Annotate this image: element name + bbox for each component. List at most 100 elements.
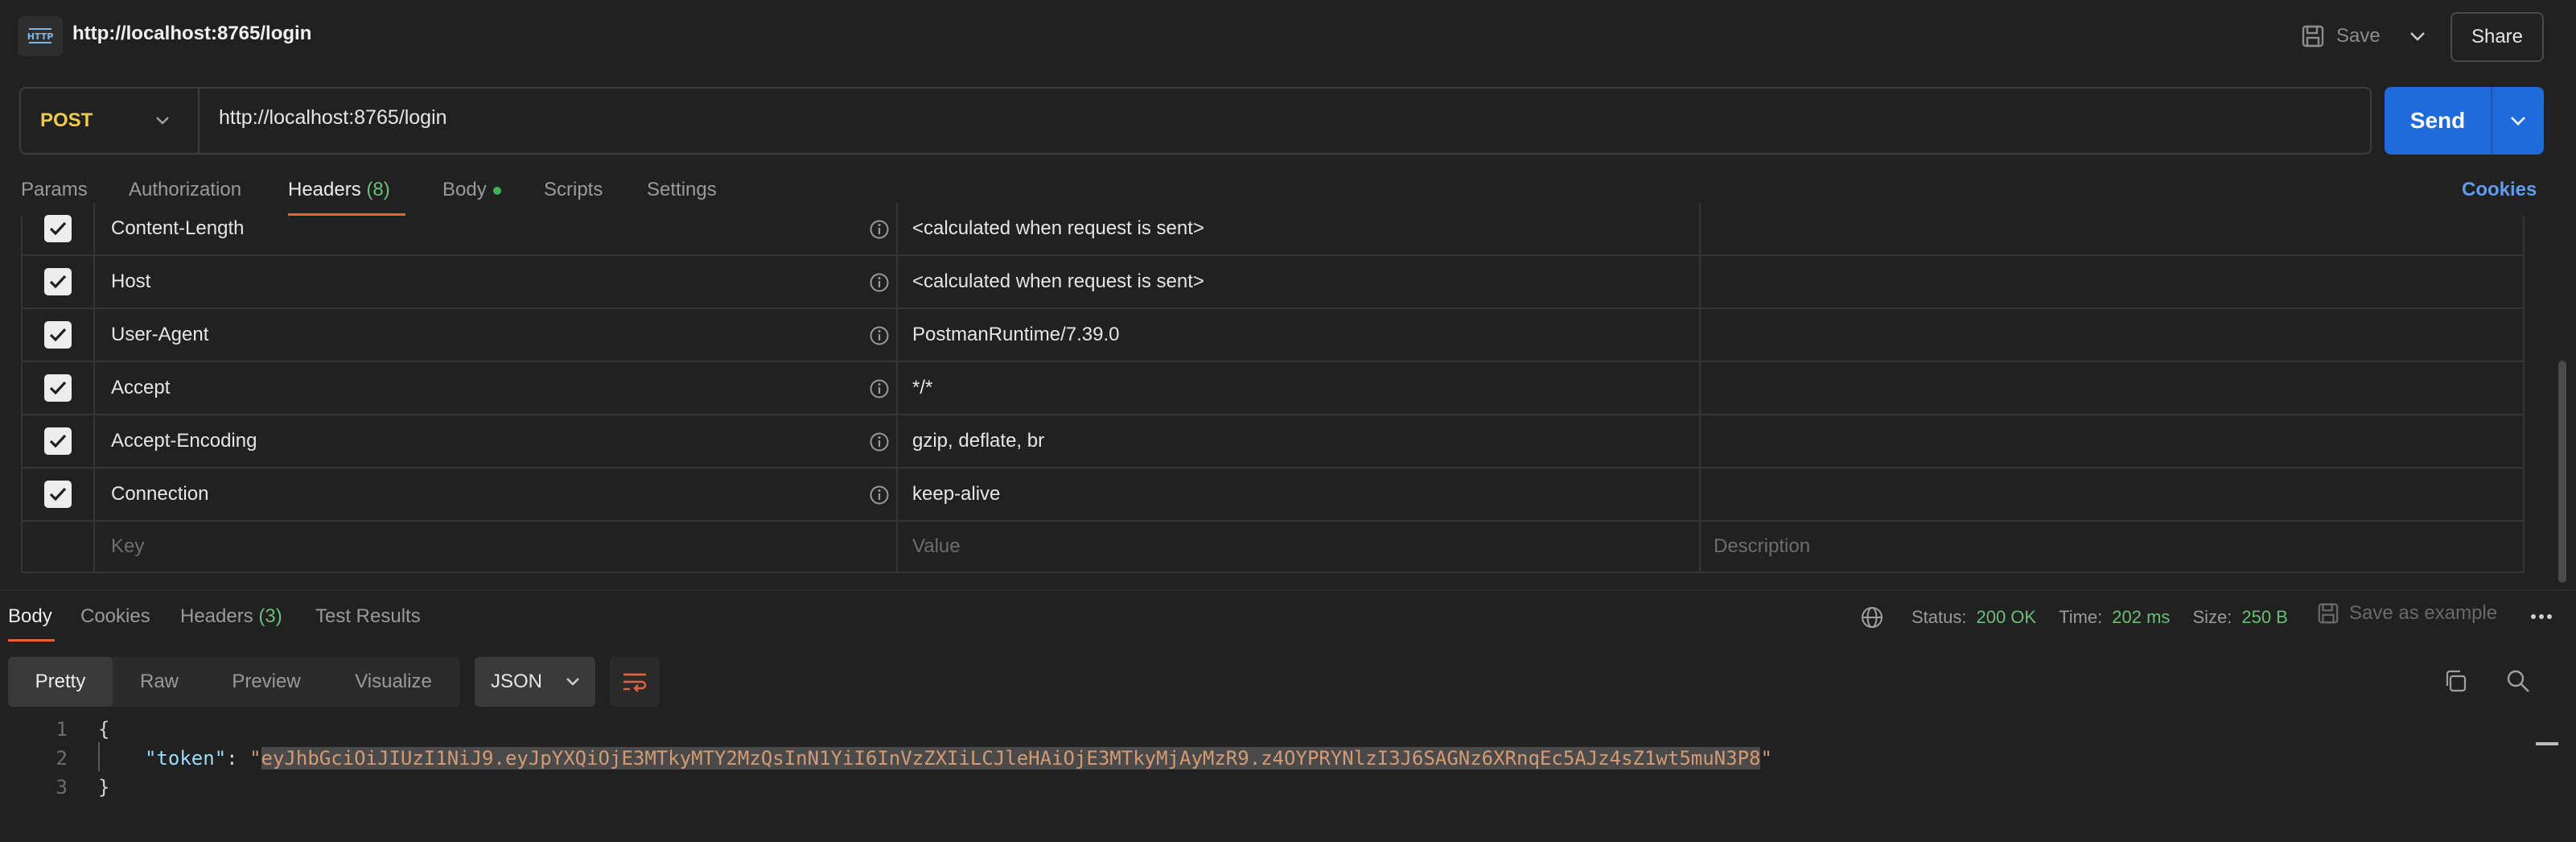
token-line[interactable]: "token": "eyJhbGciOiJIUzI1NiJ9.eyJpYXQiO… xyxy=(145,747,1772,770)
view-mode-pretty[interactable]: Pretty xyxy=(8,657,113,707)
line-number: 3 xyxy=(56,776,68,799)
body-indicator-dot xyxy=(492,186,501,195)
header-key[interactable]: Accept xyxy=(111,362,170,414)
send-button[interactable]: Send xyxy=(2385,87,2544,155)
new-header-row: Key Value Description xyxy=(23,522,2523,572)
request-title[interactable]: http://localhost:8765/login xyxy=(72,23,311,45)
check-icon xyxy=(49,328,67,342)
response-divider[interactable] xyxy=(0,589,2576,591)
response-tab-cookies[interactable]: Cookies xyxy=(80,605,150,628)
line-number: 2 xyxy=(56,747,68,770)
info-icon[interactable] xyxy=(869,272,890,293)
header-checkbox[interactable] xyxy=(44,215,72,242)
header-key[interactable]: Host xyxy=(111,256,150,307)
check-icon xyxy=(49,221,67,236)
url-input[interactable]: http://localhost:8765/login xyxy=(219,106,447,130)
active-response-tab-indicator xyxy=(8,639,55,642)
header-checkbox[interactable] xyxy=(44,374,72,402)
response-tab-body[interactable]: Body xyxy=(8,605,52,628)
response-headers-count: (3) xyxy=(258,605,282,627)
new-key-input[interactable]: Key xyxy=(111,522,144,572)
save-as-example-button[interactable]: Save as example xyxy=(2317,602,2497,625)
status-label: Status: xyxy=(1911,607,1967,627)
check-icon xyxy=(49,487,67,501)
header-value[interactable]: keep-alive xyxy=(912,468,1000,520)
header-key[interactable]: Content-Length xyxy=(111,203,244,254)
wrap-lines-icon xyxy=(623,673,647,692)
chevron-down-icon xyxy=(566,678,579,686)
headers-count: (8) xyxy=(366,179,390,200)
header-checkbox[interactable] xyxy=(44,268,72,295)
size-value[interactable]: 250 B xyxy=(2241,607,2288,628)
code-line: 2 "token": "eyJhbGciOiJIUzI1NiJ9.eyJpYXQ… xyxy=(0,744,2576,773)
header-key[interactable]: User-Agent xyxy=(111,309,208,361)
header-checkbox[interactable] xyxy=(44,427,72,455)
save-icon xyxy=(2318,603,2339,624)
response-tab-headers-label: Headers xyxy=(180,605,253,627)
status-value[interactable]: 200 OK xyxy=(1976,607,2036,628)
view-mode-raw[interactable]: Raw xyxy=(113,657,206,707)
new-value-input[interactable]: Value xyxy=(912,522,961,572)
info-icon[interactable] xyxy=(869,325,890,346)
new-description-input[interactable]: Description xyxy=(1714,522,1810,572)
send-options-chevron-icon[interactable] xyxy=(2492,87,2544,155)
save-as-example-label: Save as example xyxy=(2349,602,2498,624)
method-label: POST xyxy=(40,109,93,131)
save-label: Save xyxy=(2336,25,2381,47)
search-icon[interactable] xyxy=(2505,668,2531,694)
headers-table: Content-Length <calculated when request … xyxy=(21,203,2525,573)
response-tab-headers[interactable]: Headers (3) xyxy=(180,605,282,628)
copy-icon[interactable] xyxy=(2442,668,2468,694)
code-line: 1 { xyxy=(0,715,2576,744)
header-value[interactable]: <calculated when request is sent> xyxy=(912,256,1204,307)
header-row: Accept */* xyxy=(23,362,2523,415)
code-line: 3 } xyxy=(0,773,2576,802)
method-select[interactable]: POST xyxy=(21,89,200,153)
info-icon[interactable] xyxy=(869,378,890,399)
view-mode-visualize[interactable]: Visualize xyxy=(327,657,460,707)
title-bar: HTTP http://localhost:8765/login Save Sh… xyxy=(0,0,2576,72)
wrap-lines-button[interactable] xyxy=(610,657,660,707)
close-brace: } xyxy=(98,776,110,799)
header-row: User-Agent PostmanRuntime/7.39.0 xyxy=(23,309,2523,362)
save-icon xyxy=(2302,25,2324,47)
header-value[interactable]: */* xyxy=(912,362,932,414)
header-value[interactable]: <calculated when request is sent> xyxy=(912,203,1204,254)
header-value[interactable]: gzip, deflate, br xyxy=(912,415,1044,467)
save-button[interactable]: Save xyxy=(2301,18,2397,55)
info-icon[interactable] xyxy=(869,219,890,240)
response-stats: Status: 200 OK Time: 202 ms Size: 250 B xyxy=(1860,605,2301,629)
share-button[interactable]: Share xyxy=(2450,12,2544,62)
header-checkbox[interactable] xyxy=(44,321,72,349)
size-label: Size: xyxy=(2192,607,2232,627)
send-label[interactable]: Send xyxy=(2385,87,2492,155)
header-checkbox[interactable] xyxy=(44,481,72,508)
response-tab-test-results[interactable]: Test Results xyxy=(315,605,421,628)
view-mode-preview[interactable]: Preview xyxy=(206,657,327,707)
http-icon-label: HTTP xyxy=(27,31,54,42)
time-value[interactable]: 202 ms xyxy=(2112,607,2170,628)
format-select[interactable]: JSON xyxy=(475,657,595,707)
info-icon[interactable] xyxy=(869,485,890,506)
header-row: Host <calculated when request is sent> xyxy=(23,256,2523,309)
json-colon: : xyxy=(226,747,250,770)
globe-icon[interactable] xyxy=(1860,605,1884,629)
check-icon xyxy=(49,381,67,395)
save-options-chevron-icon[interactable] xyxy=(2404,23,2431,50)
format-label: JSON xyxy=(491,671,543,692)
tab-headers-label: Headers xyxy=(288,179,361,200)
tab-body-label: Body xyxy=(442,179,487,200)
json-quote-open: " xyxy=(249,747,261,770)
cookies-link[interactable]: Cookies xyxy=(2462,179,2537,201)
open-brace: { xyxy=(98,718,110,741)
url-bar: POST http://localhost:8765/login xyxy=(19,87,2372,155)
header-value[interactable]: PostmanRuntime/7.39.0 xyxy=(912,309,1119,361)
info-icon[interactable] xyxy=(869,431,890,452)
header-key[interactable]: Connection xyxy=(111,468,208,520)
response-view-switch: Pretty Raw Preview Visualize xyxy=(8,657,460,707)
token-value[interactable]: eyJhbGciOiJIUzI1NiJ9.eyJpYXQiOjE3MTkyMTY… xyxy=(261,747,1761,770)
more-options-icon[interactable] xyxy=(2529,607,2553,626)
scrollbar-thumb[interactable] xyxy=(2558,361,2566,583)
http-request-icon: HTTP xyxy=(18,16,63,56)
header-key[interactable]: Accept-Encoding xyxy=(111,415,257,467)
